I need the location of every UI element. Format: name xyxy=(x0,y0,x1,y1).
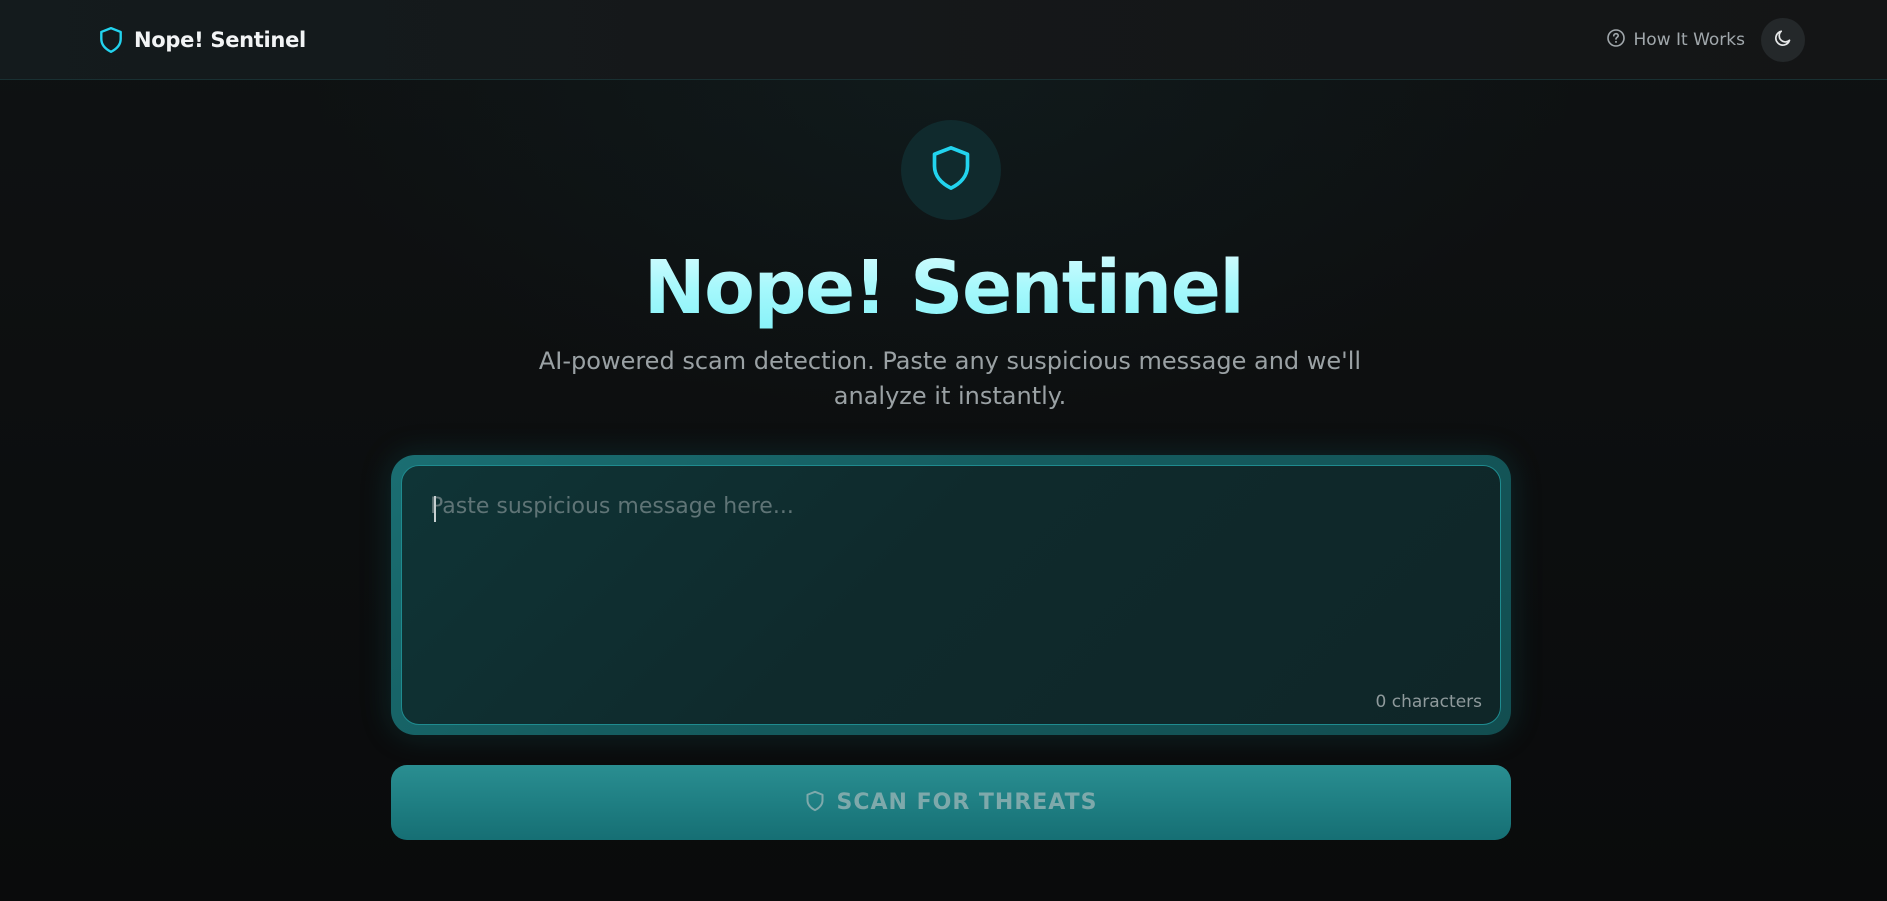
scan-button-label: SCAN FOR THREATS xyxy=(836,790,1098,815)
header-nav: How It Works xyxy=(1606,18,1805,62)
message-input-card: 0 characters xyxy=(391,455,1511,735)
theme-toggle-button[interactable] xyxy=(1761,18,1805,62)
message-input[interactable] xyxy=(402,466,1500,724)
message-input-frame: 0 characters xyxy=(401,465,1501,725)
page-subtitle: AI-powered scam detection. Paste any sus… xyxy=(538,347,1362,410)
hero-shield-badge xyxy=(901,120,1001,220)
moon-icon xyxy=(1773,28,1793,52)
top-navbar: Nope! Sentinel How It Works xyxy=(0,0,1887,80)
shield-icon xyxy=(805,790,825,816)
text-caret xyxy=(434,496,436,522)
brand[interactable]: Nope! Sentinel xyxy=(98,26,306,54)
scan-for-threats-button[interactable]: SCAN FOR THREATS xyxy=(391,765,1511,840)
page-title: Nope! Sentinel xyxy=(0,242,1887,334)
how-it-works-label: How It Works xyxy=(1633,30,1745,50)
shield-icon xyxy=(98,26,124,54)
how-it-works-link[interactable]: How It Works xyxy=(1606,28,1745,53)
shield-icon xyxy=(929,144,973,196)
brand-name: Nope! Sentinel xyxy=(134,28,306,52)
character-count: 0 characters xyxy=(1375,692,1482,712)
help-circle-icon xyxy=(1606,28,1626,53)
